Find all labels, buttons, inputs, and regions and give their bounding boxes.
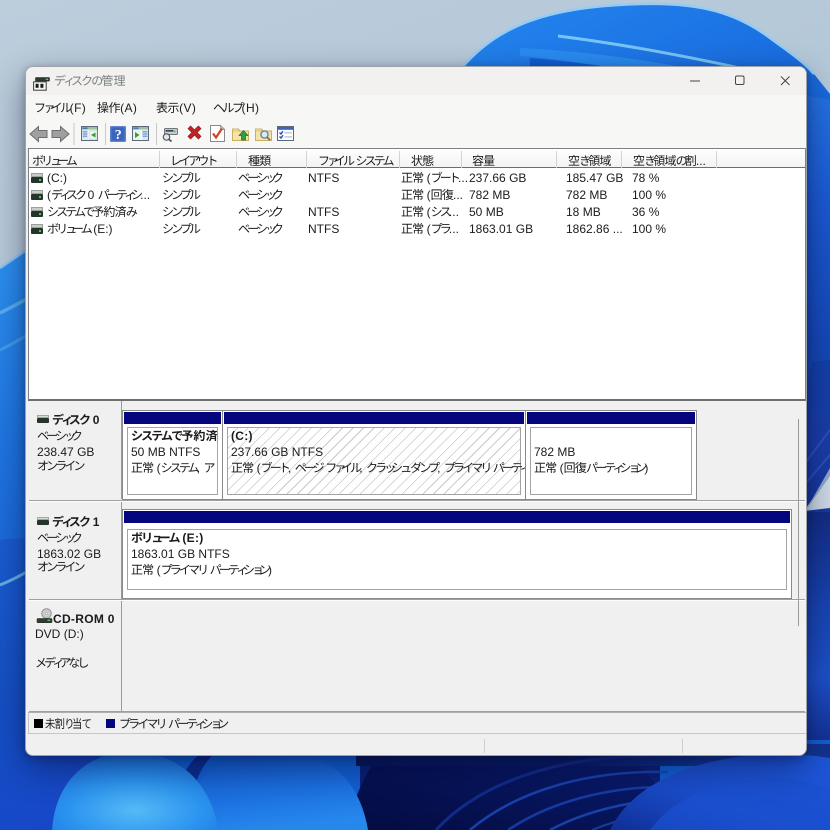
svg-text:?: ? <box>115 128 122 143</box>
